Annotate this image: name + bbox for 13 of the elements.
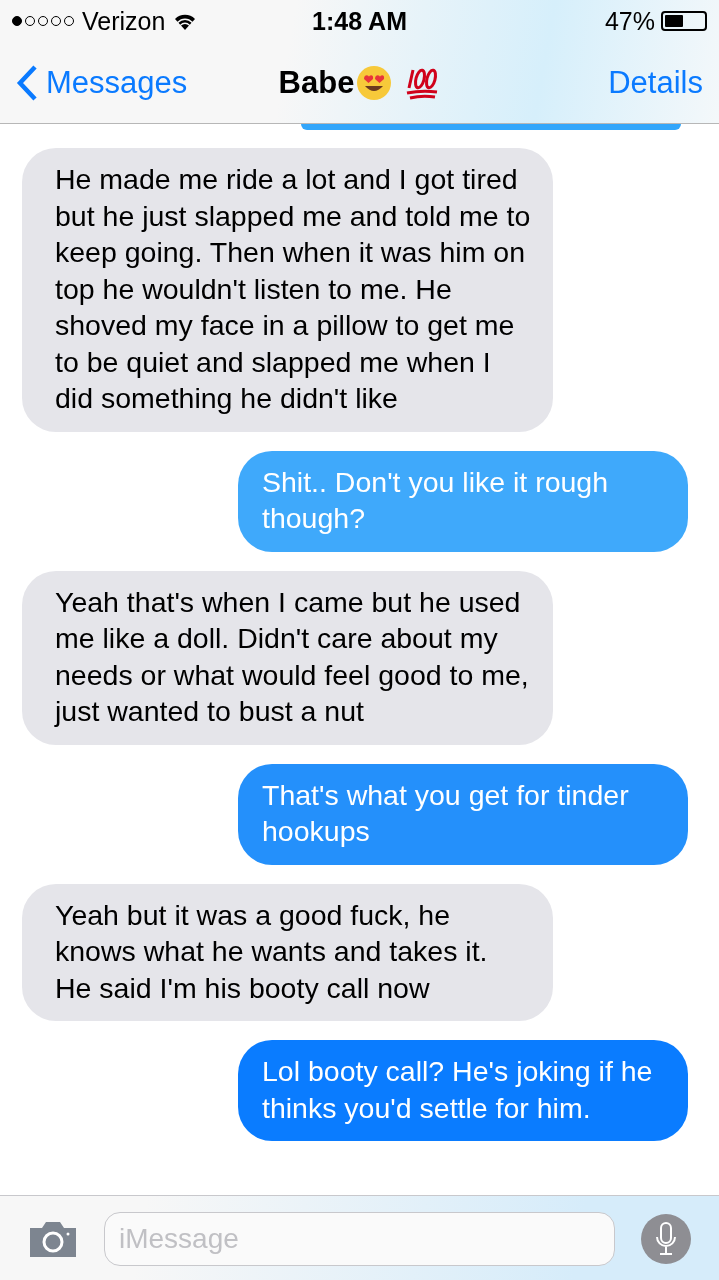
contact-name: Babe	[278, 64, 355, 101]
status-time: 1:48 AM	[311, 6, 408, 36]
sent-message: Shit.. Don't you like it rough though?	[238, 450, 688, 552]
received-message: Yeah but it was a good fuck, he knows what he wants and takes it. He said I'm his booty call now	[22, 883, 553, 1021]
received-message: Yeah that's when I came but he used me like a doll. Didn't care about my needs or what would feel good to me, just wanted to bust a nut	[22, 570, 553, 745]
back-button[interactable]: Messages	[16, 63, 279, 102]
details-link[interactable]: Details	[608, 64, 703, 101]
battery-percent: 47%	[604, 6, 655, 36]
sent-message: Lol booty call? He's joking if he thinks you'd settle for him.	[238, 1040, 688, 1141]
sent-message: That's what you get for tinder hookups	[238, 763, 688, 865]
received-message: He made me ride a lot and I got tired but he just slapped me and told me to keep going. Then when it was him on top he wouldn't listen to me. He shoved my face in a pillow to get me to be quiet and slapped me when I did something he didn't like	[22, 148, 553, 432]
message-input[interactable]: iMessage	[104, 1211, 615, 1266]
carrier-name: Verizon	[82, 6, 166, 36]
